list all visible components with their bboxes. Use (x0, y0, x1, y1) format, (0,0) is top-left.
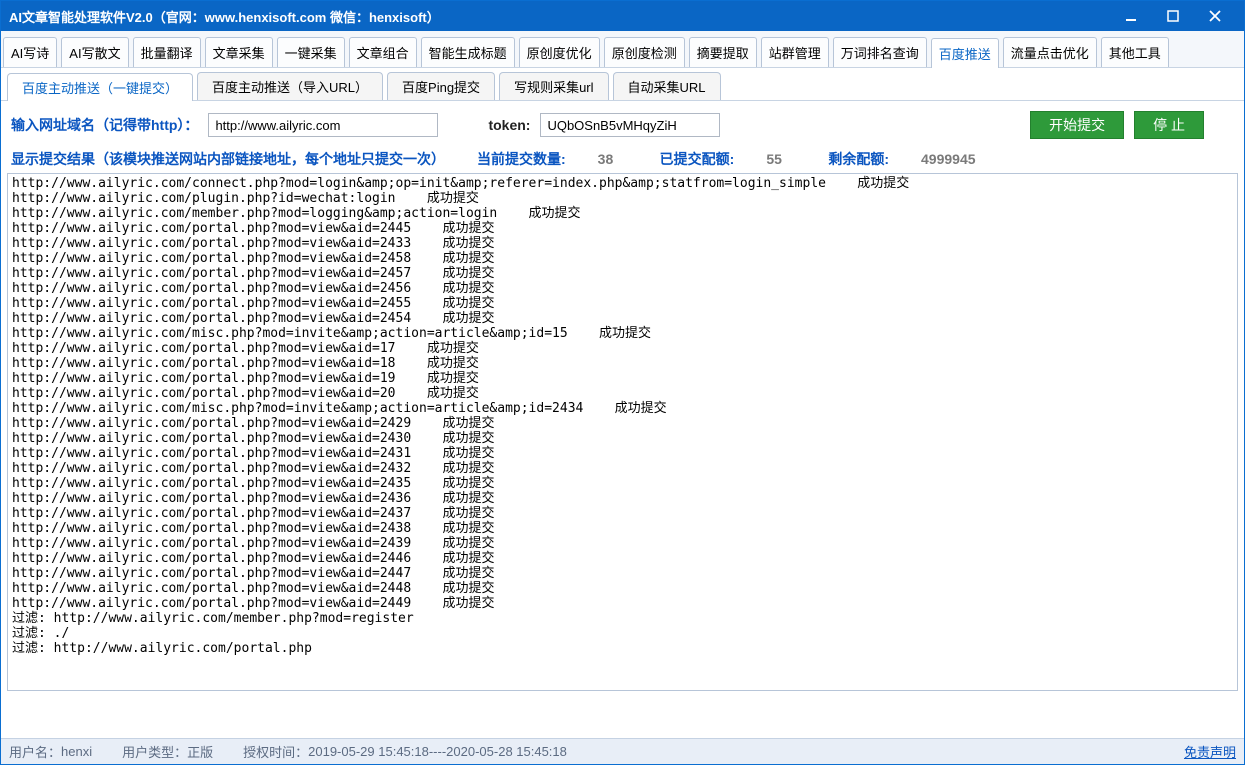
sub-tab-0[interactable]: 百度主动推送（一键提交） (7, 73, 193, 101)
log-line: http://www.ailyric.com/member.php?mod=lo… (12, 206, 1233, 221)
token-label: token: (488, 117, 530, 133)
disclaimer-link[interactable]: 免责声明 (1184, 742, 1236, 761)
main-tab-8[interactable]: 原创度检测 (604, 37, 685, 67)
main-tab-4[interactable]: 一键采集 (277, 37, 345, 67)
domain-input[interactable] (208, 113, 438, 137)
remaining-quota-value: 4999945 (921, 151, 976, 167)
log-line: http://www.ailyric.com/portal.php?mod=vi… (12, 521, 1233, 536)
minimize-button[interactable] (1110, 1, 1152, 31)
auth-time-label: 授权时间： (243, 742, 308, 761)
log-line: http://www.ailyric.com/portal.php?mod=vi… (12, 431, 1233, 446)
submitted-quota-value: 55 (766, 151, 796, 167)
main-tab-10[interactable]: 站群管理 (761, 37, 829, 67)
form-row: 输入网址域名（记得带http）： token: 开始提交 停 止 (1, 101, 1244, 147)
log-line: http://www.ailyric.com/connect.php?mod=l… (12, 176, 1233, 191)
log-line: http://www.ailyric.com/portal.php?mod=vi… (12, 536, 1233, 551)
log-line: http://www.ailyric.com/portal.php?mod=vi… (12, 566, 1233, 581)
log-line: http://www.ailyric.com/misc.php?mod=invi… (12, 401, 1233, 416)
sub-tab-4[interactable]: 自动采集URL (613, 72, 721, 100)
main-tab-9[interactable]: 摘要提取 (689, 37, 757, 67)
main-tab-2[interactable]: 批量翻译 (133, 37, 201, 67)
close-button[interactable] (1194, 1, 1236, 31)
log-line: http://www.ailyric.com/portal.php?mod=vi… (12, 236, 1233, 251)
log-line: http://www.ailyric.com/portal.php?mod=vi… (12, 461, 1233, 476)
current-count-label: 当前提交数量: (477, 149, 566, 169)
user-value: henxi (61, 744, 92, 759)
remaining-quota-label: 剩余配额: (828, 149, 889, 169)
log-line: http://www.ailyric.com/portal.php?mod=vi… (12, 371, 1233, 386)
main-tab-7[interactable]: 原创度优化 (519, 37, 600, 67)
log-line: http://www.ailyric.com/misc.php?mod=invi… (12, 326, 1233, 341)
main-tabs: AI写诗AI写散文批量翻译文章采集一键采集文章组合智能生成标题原创度优化原创度检… (1, 31, 1244, 68)
main-tab-0[interactable]: AI写诗 (3, 37, 57, 67)
log-line: http://www.ailyric.com/portal.php?mod=vi… (12, 296, 1233, 311)
log-line: http://www.ailyric.com/portal.php?mod=vi… (12, 551, 1233, 566)
log-line: http://www.ailyric.com/portal.php?mod=vi… (12, 251, 1233, 266)
result-title: 显示提交结果（该模块推送网站内部链接地址，每个地址只提交一次） (11, 149, 445, 169)
log-line: http://www.ailyric.com/portal.php?mod=vi… (12, 596, 1233, 611)
log-line: http://www.ailyric.com/portal.php?mod=vi… (12, 416, 1233, 431)
main-tab-6[interactable]: 智能生成标题 (421, 37, 515, 67)
main-tab-14[interactable]: 其他工具 (1101, 37, 1169, 67)
domain-label: 输入网址域名（记得带http）： (11, 115, 198, 135)
log-line: 过滤: http://www.ailyric.com/portal.php (12, 641, 1233, 656)
sub-tab-2[interactable]: 百度Ping提交 (387, 72, 495, 100)
stats-row: 显示提交结果（该模块推送网站内部链接地址，每个地址只提交一次） 当前提交数量: … (1, 147, 1244, 173)
main-tab-13[interactable]: 流量点击优化 (1003, 37, 1097, 67)
user-type-value: 正版 (187, 742, 213, 761)
main-tab-11[interactable]: 万词排名查询 (833, 37, 927, 67)
user-type-label: 用户类型： (122, 742, 187, 761)
log-line: http://www.ailyric.com/portal.php?mod=vi… (12, 266, 1233, 281)
sub-tabs: 百度主动推送（一键提交）百度主动推送（导入URL）百度Ping提交写规则采集ur… (1, 68, 1244, 101)
stop-button[interactable]: 停 止 (1134, 111, 1204, 139)
log-line: http://www.ailyric.com/portal.php?mod=vi… (12, 311, 1233, 326)
user-label: 用户名： (9, 742, 61, 761)
sub-tab-1[interactable]: 百度主动推送（导入URL） (197, 72, 383, 100)
token-input[interactable] (540, 113, 720, 137)
log-line: http://www.ailyric.com/portal.php?mod=vi… (12, 281, 1233, 296)
log-line: http://www.ailyric.com/portal.php?mod=vi… (12, 476, 1233, 491)
log-line: http://www.ailyric.com/portal.php?mod=vi… (12, 446, 1233, 461)
submitted-quota-label: 已提交配额: (660, 149, 735, 169)
main-tab-5[interactable]: 文章组合 (349, 37, 417, 67)
log-line: 过滤: http://www.ailyric.com/member.php?mo… (12, 611, 1233, 626)
log-line: http://www.ailyric.com/portal.php?mod=vi… (12, 491, 1233, 506)
titlebar: AI文章智能处理软件V2.0（官网：www.henxisoft.com 微信：h… (1, 1, 1244, 31)
main-tab-3[interactable]: 文章采集 (205, 37, 273, 67)
log-line: http://www.ailyric.com/portal.php?mod=vi… (12, 356, 1233, 371)
sub-tab-3[interactable]: 写规则采集url (499, 72, 608, 100)
app-title: AI文章智能处理软件V2.0（官网：www.henxisoft.com 微信：h… (9, 7, 440, 26)
main-tab-1[interactable]: AI写散文 (61, 37, 128, 67)
main-tab-12[interactable]: 百度推送 (931, 38, 999, 68)
log-line: http://www.ailyric.com/portal.php?mod=vi… (12, 506, 1233, 521)
log-line: http://www.ailyric.com/portal.php?mod=vi… (12, 341, 1233, 356)
auth-time-value: 2019-05-29 15:45:18----2020-05-28 15:45:… (308, 744, 567, 759)
log-line: http://www.ailyric.com/plugin.php?id=wec… (12, 191, 1233, 206)
start-submit-button[interactable]: 开始提交 (1030, 111, 1124, 139)
log-line: 过滤: ./ (12, 626, 1233, 641)
maximize-button[interactable] (1152, 1, 1194, 31)
log-line: http://www.ailyric.com/portal.php?mod=vi… (12, 581, 1233, 596)
footer: 用户名： henxi 用户类型： 正版 授权时间： 2019-05-29 15:… (1, 738, 1244, 764)
log-line: http://www.ailyric.com/portal.php?mod=vi… (12, 386, 1233, 401)
log-line: http://www.ailyric.com/portal.php?mod=vi… (12, 221, 1233, 236)
current-count-value: 38 (598, 151, 628, 167)
output-log[interactable]: http://www.ailyric.com/connect.php?mod=l… (7, 173, 1238, 691)
